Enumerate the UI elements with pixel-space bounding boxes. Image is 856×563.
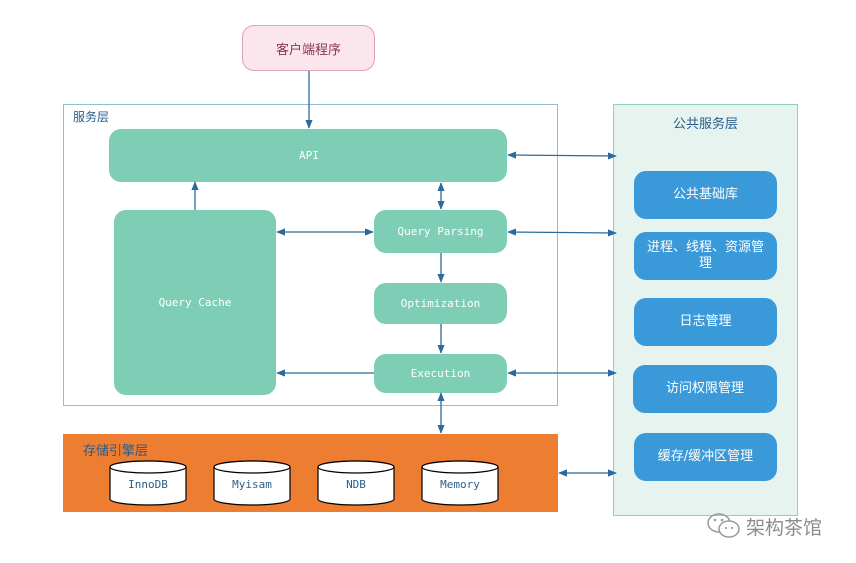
public-item-label: 访问权限管理 bbox=[665, 381, 744, 396]
api-label: API bbox=[299, 149, 319, 162]
public-item-label: 公共基础库 bbox=[672, 187, 738, 202]
storage-layer-title: 存储引擎层 bbox=[83, 444, 149, 459]
watermark: 架构茶馆 bbox=[706, 512, 822, 540]
public-item-label: 日志管理 bbox=[679, 314, 732, 329]
public-item-label: 缓存/缓冲区管理 bbox=[657, 449, 754, 464]
service-layer-title: 服务层 bbox=[73, 110, 110, 124]
wechat-icon bbox=[707, 513, 740, 538]
client-program-label: 客户端程序 bbox=[275, 42, 341, 58]
query-cache-box: Query Cache bbox=[114, 210, 276, 395]
optimization-label: Optimization bbox=[400, 297, 481, 310]
api-box: API bbox=[109, 129, 507, 182]
public-item-cache-buffer: 缓存/缓冲区管理 bbox=[634, 433, 777, 481]
execution-box: Execution bbox=[374, 354, 507, 393]
public-item-base-library: 公共基础库 bbox=[634, 171, 777, 219]
optimization-box: Optimization bbox=[374, 283, 507, 324]
public-item-log-management: 日志管理 bbox=[634, 298, 777, 346]
public-service-layer-title: 公共服务层 bbox=[672, 117, 738, 132]
public-item-access-control: 访问权限管理 bbox=[633, 365, 777, 413]
public-item-label: 进程、线程、资源管理 bbox=[646, 240, 764, 271]
watermark-text: 架构茶馆 bbox=[746, 516, 823, 539]
query-parsing-box: Query Parsing bbox=[374, 210, 507, 253]
query-cache-label: Query Cache bbox=[158, 296, 232, 309]
query-parsing-label: Query Parsing bbox=[397, 225, 484, 238]
client-program-box: 客户端程序 bbox=[242, 25, 375, 71]
execution-label: Execution bbox=[410, 367, 471, 380]
public-item-process-thread-resource: 进程、线程、资源管理 bbox=[634, 232, 777, 280]
storage-engine-layer: 存储引擎层 bbox=[63, 434, 558, 512]
